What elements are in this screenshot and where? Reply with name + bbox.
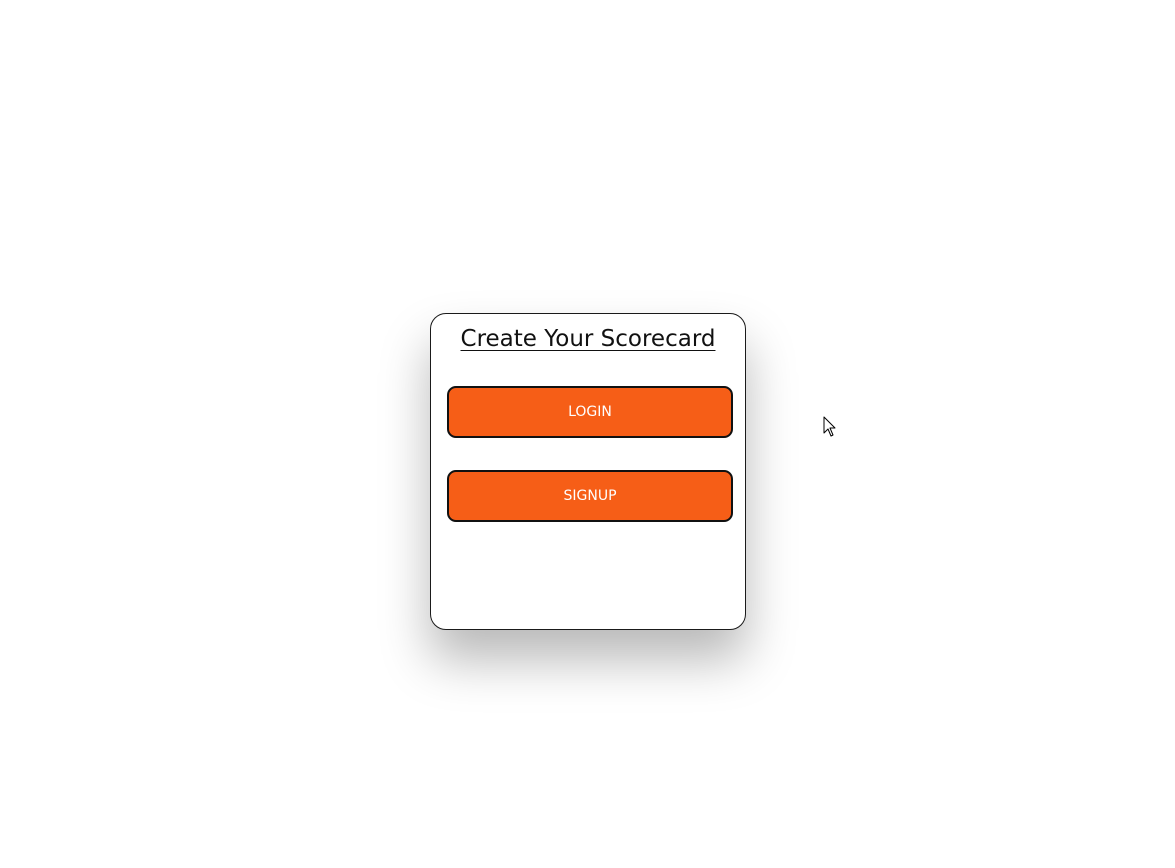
page: Create Your Scorecard LOGIN SIGNUP [0, 0, 1175, 868]
login-button[interactable]: LOGIN [447, 386, 733, 438]
scorecard-card: Create Your Scorecard LOGIN SIGNUP [430, 313, 746, 630]
mouse-pointer-icon [823, 416, 836, 437]
card-title: Create Your Scorecard [460, 326, 716, 352]
signup-button[interactable]: SIGNUP [447, 470, 733, 522]
